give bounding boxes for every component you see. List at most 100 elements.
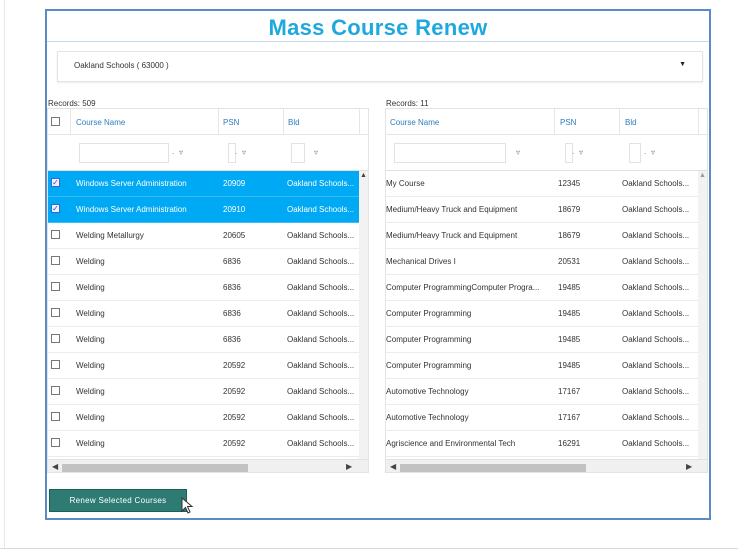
table-row[interactable]: ✓ Windows Server Administration 20909 Oakla… (48, 171, 368, 197)
course-name-cell: Computer Programming (386, 361, 472, 370)
table-row[interactable]: Computer ProgrammingComputer Progra... 19… (386, 275, 707, 301)
bld-cell: Oakland Schools... (622, 361, 690, 370)
psn-cell: 6836 (223, 335, 241, 344)
right-horizontal-scrollbar[interactable]: ◀ ▶ (386, 459, 707, 472)
table-row[interactable]: Agriscience and Environmental Tech 16291 O… (386, 431, 707, 457)
row-checkbox[interactable]: ✓ (51, 178, 60, 187)
page-left-border (4, 0, 5, 548)
table-row[interactable]: Welding 20592 Oakland Schools... (48, 405, 368, 431)
table-row[interactable]: Computer Programming 19485 Oakland Schools… (386, 353, 707, 379)
table-row[interactable]: Welding Metallurgy 20605 Oakland Schools..… (48, 223, 368, 249)
row-checkbox[interactable] (51, 334, 60, 343)
filter-icon[interactable]: ▿ (651, 148, 655, 157)
filter-icon[interactable]: ▿ (242, 148, 246, 157)
column-header-course-name[interactable]: Course Name (390, 118, 439, 127)
filter-icon[interactable]: ▿ (179, 148, 183, 157)
course-name-cell: Welding (76, 335, 105, 344)
course-name-cell: Automotive Technology (386, 387, 469, 396)
left-grid-filter-row: . ▿ . ▿ ▿ (48, 135, 368, 171)
psn-cell: 6836 (223, 257, 241, 266)
course-name-cell: Medium/Heavy Truck and Equipment (386, 231, 518, 240)
column-header-bld[interactable]: Bld (288, 118, 300, 127)
bld-cell: Oakland Schools... (287, 335, 355, 344)
filter-icon[interactable]: ▿ (314, 148, 318, 157)
row-checkbox[interactable] (51, 412, 60, 421)
mouse-pointer-icon (181, 497, 194, 514)
bld-cell: Oakland Schools... (622, 309, 690, 318)
psn-cell: 19485 (558, 283, 581, 292)
row-checkbox[interactable] (51, 386, 60, 395)
right-scroll-thumb[interactable] (400, 464, 586, 472)
row-checkbox[interactable] (51, 230, 60, 239)
bld-filter-input[interactable] (629, 143, 641, 163)
renew-selected-courses-button[interactable]: Renew Selected Courses (49, 489, 187, 512)
left-vertical-scrollbar[interactable]: ▲ (359, 171, 368, 460)
table-row[interactable]: Welding 20592 Oakland Schools... (48, 431, 368, 457)
table-row[interactable]: Computer Programming 19485 Oakland Schools… (386, 301, 707, 327)
table-row[interactable]: Welding 6836 Oakland Schools... (48, 249, 368, 275)
row-checkbox[interactable] (51, 308, 60, 317)
table-row[interactable]: Welding 20592 Oakland Schools... (48, 353, 368, 379)
column-header-bld[interactable]: Bld (625, 118, 637, 127)
course-name-filter-input[interactable] (394, 143, 506, 163)
row-checkbox[interactable] (51, 360, 60, 369)
filter-icon[interactable]: ▿ (516, 148, 520, 157)
select-all-checkbox[interactable] (51, 117, 60, 126)
left-records-count: Records: 509 (48, 99, 96, 108)
bld-cell: Oakland Schools... (622, 283, 690, 292)
column-header-psn[interactable]: PSN (560, 118, 576, 127)
left-horizontal-scrollbar[interactable]: ◀ ▶ (48, 459, 368, 472)
bld-filter-input[interactable] (291, 143, 305, 163)
course-name-cell: Mechanical Drives I (386, 257, 456, 266)
scroll-right-icon[interactable]: ▶ (686, 462, 692, 471)
table-row[interactable]: Medium/Heavy Truck and Equipment 18679 Oak… (386, 197, 707, 223)
row-checkbox[interactable] (51, 256, 60, 265)
scroll-right-icon[interactable]: ▶ (346, 462, 352, 471)
bld-cell: Oakland Schools... (287, 283, 355, 292)
psn-cell: 20592 (223, 361, 246, 370)
course-name-filter-input[interactable] (79, 143, 169, 163)
row-checkbox[interactable] (51, 282, 60, 291)
course-name-cell: Windows Server Administration (76, 205, 187, 214)
table-row[interactable]: Welding 6836 Oakland Schools... (48, 275, 368, 301)
course-name-cell: Welding (76, 439, 105, 448)
filter-icon[interactable]: ▿ (579, 148, 583, 157)
page-bottom-border (0, 548, 738, 549)
left-grid-header: Course Name PSN Bld (48, 109, 368, 135)
bld-cell: Oakland Schools... (287, 361, 355, 370)
bld-cell: Oakland Schools... (622, 439, 690, 448)
right-vertical-scrollbar[interactable]: ▲ (698, 171, 707, 460)
psn-cell: 19485 (558, 309, 581, 318)
renew-courses-grid: Course Name PSN Bld ▿ . ▿ . ▿ My Course 1… (385, 108, 708, 473)
school-dropdown[interactable]: Oakland Schools ( 63000 ) ▼ (57, 51, 703, 82)
row-checkbox[interactable]: ✓ (51, 204, 60, 213)
column-header-course-name[interactable]: Course Name (76, 118, 125, 127)
column-header-psn[interactable]: PSN (223, 118, 239, 127)
table-row[interactable]: Automotive Technology 17167 Oakland School… (386, 405, 707, 431)
available-courses-grid: Course Name PSN Bld . ▿ . ▿ ▿ ✓ Windows S… (47, 108, 369, 473)
table-row[interactable]: Welding 6836 Oakland Schools... (48, 327, 368, 353)
psn-cell: 20605 (223, 231, 246, 240)
bld-cell: Oakland Schools... (622, 413, 690, 422)
course-name-cell: Agriscience and Environmental Tech (386, 439, 516, 448)
scroll-up-icon[interactable]: ▲ (360, 172, 367, 179)
scroll-left-icon[interactable]: ◀ (52, 462, 58, 471)
course-name-cell: Welding (76, 387, 105, 396)
scroll-left-icon[interactable]: ◀ (390, 462, 396, 471)
table-row[interactable]: Welding 6836 Oakland Schools... (48, 301, 368, 327)
table-row[interactable]: Automotive Technology 17167 Oakland School… (386, 379, 707, 405)
table-row[interactable]: ✓ Windows Server Administration 20910 Oakla… (48, 197, 368, 223)
right-records-count: Records: 11 (386, 99, 429, 108)
psn-cell: 20592 (223, 413, 246, 422)
table-row[interactable]: Welding 20592 Oakland Schools... (48, 379, 368, 405)
table-row[interactable]: My Course 12345 Oakland Schools... (386, 171, 707, 197)
table-row[interactable]: Computer Programming 19485 Oakland Schools… (386, 327, 707, 353)
table-row[interactable]: Medium/Heavy Truck and Equipment 18679 Oak… (386, 223, 707, 249)
table-row[interactable]: Mechanical Drives I 20531 Oakland Schools.… (386, 249, 707, 275)
scroll-up-icon[interactable]: ▲ (699, 172, 706, 179)
caret-down-icon: ▼ (679, 61, 686, 68)
psn-cell: 19485 (558, 361, 581, 370)
left-scroll-thumb[interactable] (62, 464, 248, 472)
row-checkbox[interactable] (51, 438, 60, 447)
course-name-cell: Welding (76, 283, 105, 292)
